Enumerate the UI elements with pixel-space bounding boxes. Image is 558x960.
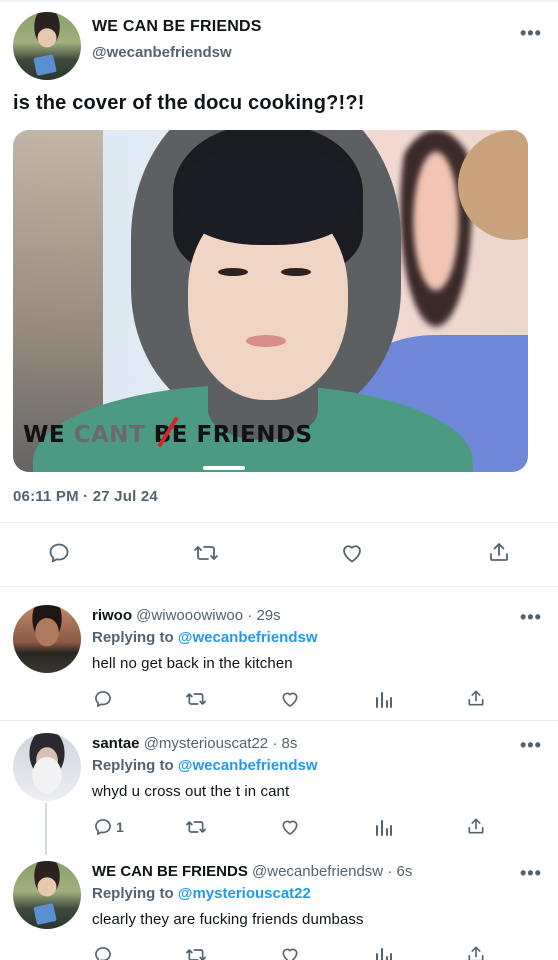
retweet-icon[interactable] <box>193 541 219 565</box>
reply-display-name[interactable]: WE CAN BE FRIENDS <box>92 863 248 880</box>
reply-header: riwoo @wiwooowiwoo · 29s <box>92 607 281 624</box>
media-scroll-indicator <box>203 466 245 470</box>
replying-to: Replying to @wecanbefriendsw <box>92 757 318 774</box>
reply-icon[interactable] <box>93 945 113 960</box>
retweet-icon[interactable] <box>185 945 207 960</box>
author-handle[interactable]: @wecanbefriendsw <box>92 44 232 61</box>
replying-to: Replying to @wecanbefriendsw <box>92 629 318 646</box>
more-options-icon[interactable]: ••• <box>520 864 542 882</box>
avatar-book <box>33 54 57 76</box>
reply-count: 1 <box>116 819 124 835</box>
media-lips <box>246 335 286 347</box>
more-options-icon[interactable]: ••• <box>520 24 542 42</box>
share-icon[interactable] <box>466 816 486 836</box>
share-icon[interactable] <box>466 688 486 708</box>
like-icon[interactable] <box>280 945 300 960</box>
divider <box>0 522 558 523</box>
reply-time: · 6s <box>387 863 413 880</box>
banner-word-be-friends: BE FRIENDS <box>153 422 313 448</box>
replying-to: Replying to @mysteriouscat22 <box>92 885 311 902</box>
reply-avatar[interactable] <box>13 605 81 673</box>
author-avatar[interactable] <box>13 12 81 80</box>
replying-to-label: Replying to <box>92 629 174 646</box>
replying-to-handle[interactable]: @mysteriouscat22 <box>178 885 311 902</box>
analytics-icon[interactable] <box>374 945 394 960</box>
retweet-icon[interactable] <box>185 817 207 837</box>
retweet-icon[interactable] <box>185 689 207 709</box>
thread-connector <box>45 803 47 855</box>
like-icon[interactable] <box>280 817 300 837</box>
reply-handle[interactable]: @wiwooowiwoo <box>136 607 243 624</box>
media-fringe <box>178 150 358 245</box>
reply-text: whyd u cross out the t in cant <box>92 783 290 800</box>
reply-time: · 29s <box>247 607 281 624</box>
reply-icon[interactable] <box>47 541 71 565</box>
tweet-text: is the cover of the docu cooking?!?! <box>13 92 365 114</box>
media-eye-left <box>218 268 248 276</box>
share-icon[interactable] <box>466 944 486 960</box>
like-icon[interactable] <box>280 689 300 709</box>
top-divider <box>0 0 558 2</box>
reply-display-name[interactable]: santae <box>92 735 140 752</box>
avatar-book <box>33 903 57 925</box>
reply-display-name[interactable]: riwoo <box>92 607 132 624</box>
reply-handle[interactable]: @mysteriouscat22 <box>144 735 268 752</box>
reply-handle[interactable]: @wecanbefriendsw <box>252 863 383 880</box>
analytics-icon[interactable] <box>374 817 394 837</box>
reply-avatar[interactable] <box>13 861 81 929</box>
replying-to-label: Replying to <box>92 885 174 902</box>
replying-to-handle[interactable]: @wecanbefriendsw <box>178 629 318 646</box>
reply-text: clearly they are fucking friends dumbass <box>92 911 364 928</box>
reply-header: WE CAN BE FRIENDS @wecanbefriendsw · 6s <box>92 863 412 880</box>
author-display-name[interactable]: WE CAN BE FRIENDS <box>92 18 262 36</box>
analytics-icon[interactable] <box>374 689 394 709</box>
tweet-media-image[interactable]: WE CANT BE FRIENDS <box>13 130 528 472</box>
tweet-timestamp[interactable]: 06:11 PM · 27 Jul 24 <box>13 488 158 505</box>
media-eye-right <box>281 268 311 276</box>
more-options-icon[interactable]: ••• <box>520 608 542 626</box>
share-icon[interactable] <box>487 540 511 564</box>
reply-avatar[interactable] <box>13 733 81 801</box>
divider <box>0 720 558 721</box>
replying-to-handle[interactable]: @wecanbefriendsw <box>178 757 318 774</box>
banner-word-cant: CANT <box>73 422 146 448</box>
more-options-icon[interactable]: ••• <box>520 736 542 754</box>
divider <box>0 586 558 587</box>
banner-word-we: WE <box>23 422 66 448</box>
replying-to-label: Replying to <box>92 757 174 774</box>
like-icon[interactable] <box>340 541 364 565</box>
reply-icon[interactable] <box>93 817 113 837</box>
reply-time: · 8s <box>272 735 298 752</box>
reply-icon[interactable] <box>93 689 113 709</box>
reply-text: hell no get back in the kitchen <box>92 655 293 672</box>
reply-header: santae @mysteriouscat22 · 8s <box>92 735 297 752</box>
